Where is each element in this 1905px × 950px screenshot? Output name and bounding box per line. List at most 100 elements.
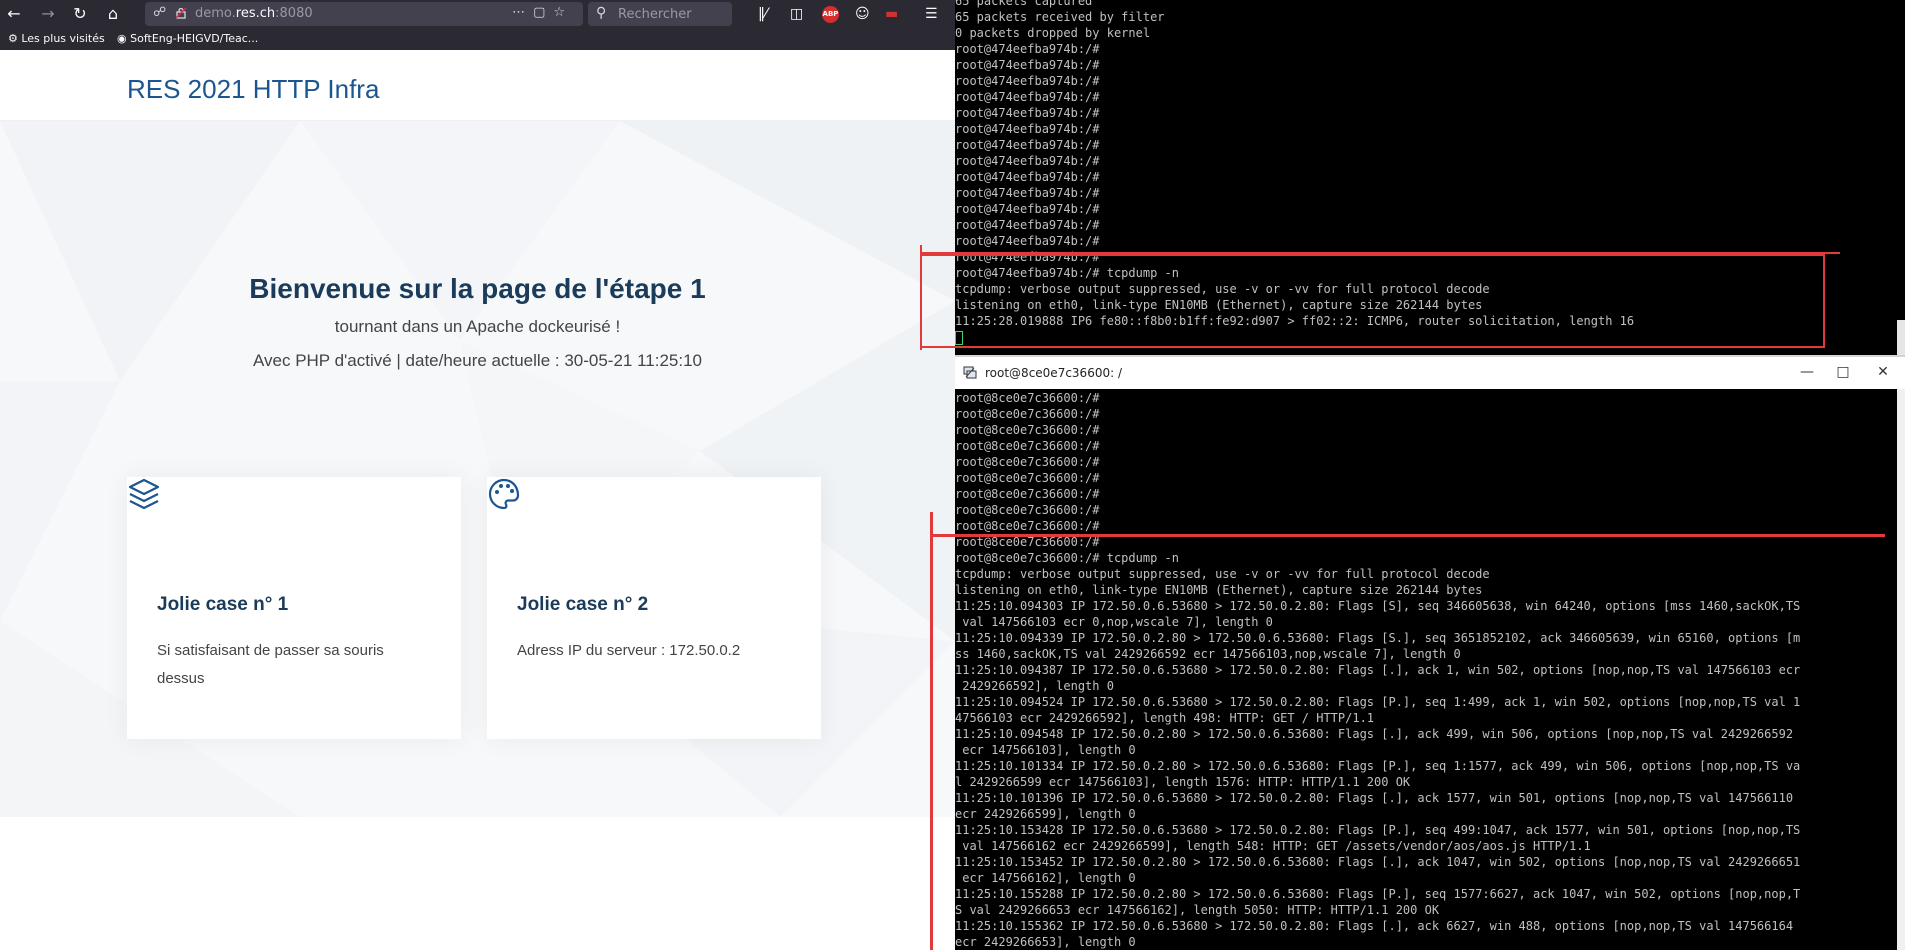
terminal-line: root@8ce0e7c36600:/# tcpdump -n xyxy=(955,551,1179,565)
back-icon[interactable]: ← xyxy=(4,4,24,24)
card-text: Adress IP du serveur : 172.50.0.2 xyxy=(517,642,741,659)
hero-section: Bienvenue sur la page de l'étape 1 tourn… xyxy=(0,121,955,817)
browser-window: ← → ↻ ⌂ ☍ demo.res.ch:8080 ⋯▢☆ ⚲ Recherc… xyxy=(0,0,955,950)
terminal-line: 11:25:10.101334 IP 172.50.0.2.80 > 172.5… xyxy=(955,759,1801,773)
terminal-line: S val 2429266653 ecr 147566162], length … xyxy=(955,903,1440,917)
menu-icon[interactable]: ☰ xyxy=(925,4,938,24)
terminal-line: ss 1460,sackOK,TS val 2429266592 ecr 147… xyxy=(955,647,1461,661)
terminal-line: root@474eefba974b:/# xyxy=(955,234,1100,248)
bookmark-label: Les plus visités xyxy=(21,32,105,45)
terminal-line: root@8ce0e7c36600:/# xyxy=(955,455,1100,469)
terminal-line: 11:25:10.094524 IP 172.50.0.6.53680 > 17… xyxy=(955,695,1801,709)
page-actions-icons[interactable]: ⋯▢☆ xyxy=(512,5,573,20)
search-box[interactable]: ⚲ Rechercher xyxy=(588,2,732,26)
library-icon[interactable]: ‖⁄ xyxy=(758,4,767,24)
terminal-line: val 147566103 ecr 0,nop,wscale 7], lengt… xyxy=(955,615,1273,629)
terminal-line: tcpdump: verbose output suppressed, use … xyxy=(955,567,1490,581)
terminal-line: ecr 2429266653], length 0 xyxy=(955,935,1136,949)
feature-card-2[interactable]: Jolie case n° 2 Adress IP du serveur : 1… xyxy=(487,477,821,739)
terminal-line: 11:25:10.153428 IP 172.50.0.6.53680 > 17… xyxy=(955,823,1801,837)
card-text: Si satisfaisant de passer sa souris dess… xyxy=(157,642,384,687)
url-port: :8080 xyxy=(275,6,313,21)
welcome-heading: Bienvenue sur la page de l'étape 1 xyxy=(249,273,706,304)
terminal-line: 47566103 ecr 2429266592], length 498: HT… xyxy=(955,711,1375,725)
insecure-lock-icon[interactable] xyxy=(175,7,187,19)
bookmark-github[interactable]: ◉ SoftEng-HEIGVD/Teac... xyxy=(117,32,258,45)
terminal-line: listening on eth0, link-type EN10MB (Eth… xyxy=(955,583,1483,597)
terminal-bottom-output: root@8ce0e7c36600:/# root@8ce0e7c36600:/… xyxy=(955,390,1905,950)
php-date-line: Avec PHP d'activé | date/heure actuelle … xyxy=(252,351,702,370)
browser-toolbar: ← → ↻ ⌂ ☍ demo.res.ch:8080 ⋯▢☆ ⚲ Recherc… xyxy=(0,0,955,28)
url-bar[interactable]: ☍ demo.res.ch:8080 ⋯▢☆ xyxy=(145,2,583,26)
url-text[interactable]: demo.res.ch:8080 xyxy=(195,6,313,21)
annotation-box xyxy=(920,254,1825,348)
terminal-line: root@474eefba974b:/# xyxy=(955,42,1100,56)
terminal-line: root@474eefba974b:/# xyxy=(955,154,1100,168)
terminal-line: 11:25:10.094548 IP 172.50.0.2.80 > 172.5… xyxy=(955,727,1794,741)
terminal-line: root@8ce0e7c36600:/# xyxy=(955,519,1100,533)
putty-icon xyxy=(963,366,977,379)
terminal-bottom[interactable]: root@8ce0e7c36600:/# root@8ce0e7c36600:/… xyxy=(955,389,1905,950)
account-icon[interactable]: ☺ xyxy=(855,4,870,24)
terminal-line: 11:25:10.094387 IP 172.50.0.6.53680 > 17… xyxy=(955,663,1801,677)
terminal-line: 0 packets dropped by kernel xyxy=(955,26,1151,40)
terminal-line: 11:25:10.155288 IP 172.50.0.2.80 > 172.5… xyxy=(955,887,1801,901)
terminal-line: root@8ce0e7c36600:/# xyxy=(955,423,1100,437)
reload-icon[interactable]: ↻ xyxy=(70,4,90,24)
forward-icon[interactable]: → xyxy=(38,4,58,24)
url-domain: res.ch xyxy=(235,6,276,21)
terminal-line: root@474eefba974b:/# xyxy=(955,106,1100,120)
shield-icon[interactable]: ☍ xyxy=(153,5,166,20)
terminal-line: 11:25:10.094303 IP 172.50.0.6.53680 > 17… xyxy=(955,599,1801,613)
terminal-line: l 2429266599 ecr 147566103], length 1576… xyxy=(955,775,1411,789)
terminal-line: ecr 147566103], length 0 xyxy=(955,743,1136,757)
annotation-line xyxy=(930,534,1885,537)
terminal-line: root@474eefba974b:/# xyxy=(955,170,1100,184)
bookmark-most-visited[interactable]: ⚙ Les plus visités xyxy=(8,32,105,45)
close-icon[interactable]: ✕ xyxy=(1863,361,1903,383)
terminal-line: ecr 147566162], length 0 xyxy=(955,871,1136,885)
adblock-icon[interactable]: ABP xyxy=(822,6,839,23)
extension-icon[interactable]: ▬ xyxy=(885,4,898,24)
layers-icon xyxy=(128,478,160,510)
search-icon: ⚲ xyxy=(596,5,607,21)
terminal-line: 11:25:10.101396 IP 172.50.0.6.53680 > 17… xyxy=(955,791,1794,805)
terminal-line: root@8ce0e7c36600:/# xyxy=(955,471,1100,485)
terminal-top-scrollbar[interactable] xyxy=(1897,320,1905,355)
terminal-line: root@474eefba974b:/# xyxy=(955,58,1100,72)
terminal-line: 65 packets captured xyxy=(955,0,1093,8)
terminal-line: root@474eefba974b:/# xyxy=(955,122,1100,136)
terminal-line: val 147566162 ecr 2429266599], length 54… xyxy=(955,839,1591,853)
annotation-line xyxy=(930,512,933,950)
terminal-window-titlebar[interactable]: root@8ce0e7c36600: / — □ ✕ xyxy=(955,355,1905,389)
home-icon[interactable]: ⌂ xyxy=(103,4,123,24)
terminal-bottom-scrollbar[interactable] xyxy=(1897,389,1905,950)
terminal-line: ecr 2429266599], length 0 xyxy=(955,807,1136,821)
terminal-line: root@8ce0e7c36600:/# xyxy=(955,407,1100,421)
web-page: RES 2021 HTTP Infra Bienvenue sur la pag… xyxy=(0,50,955,950)
feature-card-1[interactable]: Jolie case n° 1 Si satisfaisant de passe… xyxy=(127,477,461,739)
terminal-line: 2429266592], length 0 xyxy=(955,679,1114,693)
terminal-line: 65 packets received by filter xyxy=(955,10,1165,24)
maximize-icon[interactable]: □ xyxy=(1823,361,1863,383)
terminal-line: root@8ce0e7c36600:/# xyxy=(955,391,1100,405)
terminal-window-title: root@8ce0e7c36600: / xyxy=(985,366,1122,380)
terminal-line: root@8ce0e7c36600:/# xyxy=(955,439,1100,453)
site-header: RES 2021 HTTP Infra xyxy=(0,50,955,121)
terminal-line: 11:25:10.094339 IP 172.50.0.2.80 > 172.5… xyxy=(955,631,1801,645)
terminal-line: root@8ce0e7c36600:/# xyxy=(955,487,1100,501)
subtitle: tournant dans un Apache dockeurisé ! xyxy=(334,317,621,336)
sidebar-icon[interactable]: ◫ xyxy=(790,4,803,24)
card-title: Jolie case n° 2 xyxy=(517,594,649,615)
terminal-line: root@474eefba974b:/# xyxy=(955,138,1100,152)
terminal-line: root@474eefba974b:/# xyxy=(955,218,1100,232)
url-prefix: demo. xyxy=(195,6,236,21)
bookmark-label: SoftEng-HEIGVD/Teac... xyxy=(130,32,259,45)
search-placeholder: Rechercher xyxy=(618,7,692,22)
site-logo-title[interactable]: RES 2021 HTTP Infra xyxy=(127,74,379,105)
minimize-icon[interactable]: — xyxy=(1787,361,1827,383)
terminal-line: root@474eefba974b:/# xyxy=(955,186,1100,200)
terminal-line: root@474eefba974b:/# xyxy=(955,90,1100,104)
card-title: Jolie case n° 1 xyxy=(157,594,289,615)
terminal-line: 11:25:10.153452 IP 172.50.0.2.80 > 172.5… xyxy=(955,855,1801,869)
